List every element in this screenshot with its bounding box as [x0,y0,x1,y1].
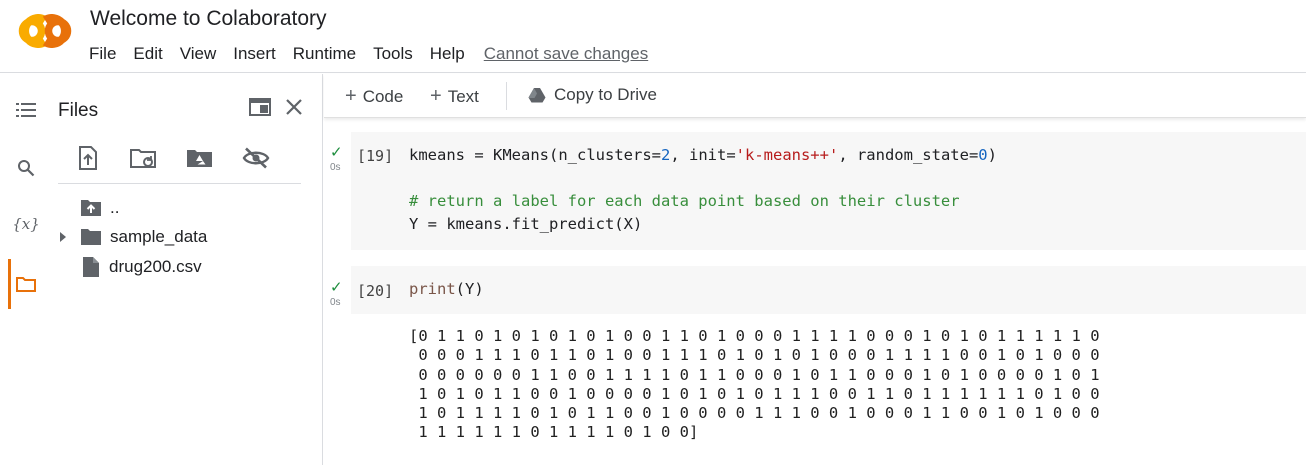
code-cell[interactable]: [19] kmeans = KMeans(n_clusters=2, init=… [351,132,1306,250]
search-icon [18,160,35,177]
notebook-title[interactable]: Welcome to Colaboratory [90,7,327,31]
menu-runtime[interactable]: Runtime [293,43,356,65]
code-editor[interactable]: print(Y) [409,278,484,301]
code-string: 'k-means++' [735,146,839,164]
toc-icon [16,103,36,117]
tree-item-label: sample_data [110,227,208,246]
code-editor[interactable]: kmeans = KMeans(n_clusters=2, init='k-me… [409,144,997,236]
execution-count[interactable]: [19] [357,147,393,165]
menu-help[interactable]: Help [430,43,465,65]
menu-file[interactable]: File [89,43,116,65]
menu-view[interactable]: View [180,43,217,65]
code-token: ) [987,146,997,164]
save-status-link[interactable]: Cannot save changes [484,43,648,65]
eye-off-icon [242,147,270,169]
toggle-hidden-button[interactable] [238,140,274,176]
close-icon [286,99,302,115]
code-number: 2 [660,146,671,164]
colab-logo[interactable] [18,14,72,48]
add-text-label: Text [447,86,479,106]
files-panel-title: Files [58,100,99,121]
drive-icon [528,88,546,103]
window-icon [249,98,271,116]
toolbar-divider [506,82,507,110]
copy-to-drive-label: Copy to Drive [554,85,657,104]
code-token: KMeans [493,146,549,164]
code-line: Y = kmeans.fit_predict(X) [409,215,643,233]
variables-icon: {x} [12,215,40,233]
cell-output: [0 1 1 0 1 0 1 0 1 0 1 0 0 1 1 0 1 0 0 0… [409,327,1100,442]
drive-folder-icon [187,150,212,167]
folder-icon [81,229,101,245]
side-rail: {x} [0,74,52,465]
code-function: print [409,280,456,298]
expand-arrow-icon[interactable] [58,231,68,243]
cell-run-status: ✓ 0s [330,279,348,308]
code-token: , random_state= [838,146,979,164]
notebook-toolbar: + Code + Text Copy to Drive [324,74,1306,118]
file-icon [83,257,99,277]
menu-insert[interactable]: Insert [233,43,276,65]
plus-icon: + [430,85,442,107]
files-button[interactable] [8,266,44,302]
tree-item-drug200-csv[interactable]: drug200.csv [82,253,342,281]
files-toolbar [58,140,301,184]
close-panel-button[interactable] [279,92,309,122]
open-in-tab-button[interactable] [245,92,275,122]
table-of-contents-button[interactable] [8,92,44,128]
menu-tools[interactable]: Tools [373,43,413,65]
add-code-label: Code [362,86,404,106]
code-token: (n_clusters= [549,146,661,164]
plus-icon: + [345,85,357,107]
check-icon: ✓ [330,279,343,296]
copy-to-drive-button[interactable]: Copy to Drive [528,85,657,105]
tree-item-label: drug200.csv [109,257,202,276]
menu-edit[interactable]: Edit [133,43,162,65]
search-button[interactable] [8,150,44,186]
code-number: 0 [978,146,988,164]
folder-icon [16,277,36,292]
code-token: , init= [670,146,736,164]
add-code-cell-button[interactable]: + Code [345,85,403,108]
tree-item-sample-data[interactable]: sample_data [58,223,318,251]
cell-run-status: ✓ 0s [330,144,348,173]
upload-file-icon [79,146,97,170]
folder-refresh-icon [130,149,156,168]
menu-bar: File Edit View Insert Runtime Tools Help… [89,43,665,65]
code-token: kmeans = [409,146,493,164]
add-text-cell-button[interactable]: + Text [430,85,479,108]
app-header: Welcome to Colaboratory File Edit View I… [0,0,1306,73]
upload-button[interactable] [70,140,106,176]
tree-item-label: .. [110,198,120,217]
tree-item-parent[interactable]: .. [80,194,340,222]
code-comment: # return a label for each data point bas… [409,192,960,210]
execution-time: 0s [330,162,341,173]
mount-drive-button[interactable] [182,140,218,176]
check-icon: ✓ [330,144,343,161]
folder-up-icon [81,200,101,216]
refresh-button[interactable] [126,140,162,176]
execution-time: 0s [330,297,341,308]
files-panel: Files .. sample_data drug200.csv [52,74,323,465]
code-token: (Y) [455,280,484,298]
variables-button[interactable]: {x} [8,206,44,242]
code-cell[interactable]: [20] print(Y) [351,266,1306,314]
execution-count[interactable]: [20] [357,282,393,300]
